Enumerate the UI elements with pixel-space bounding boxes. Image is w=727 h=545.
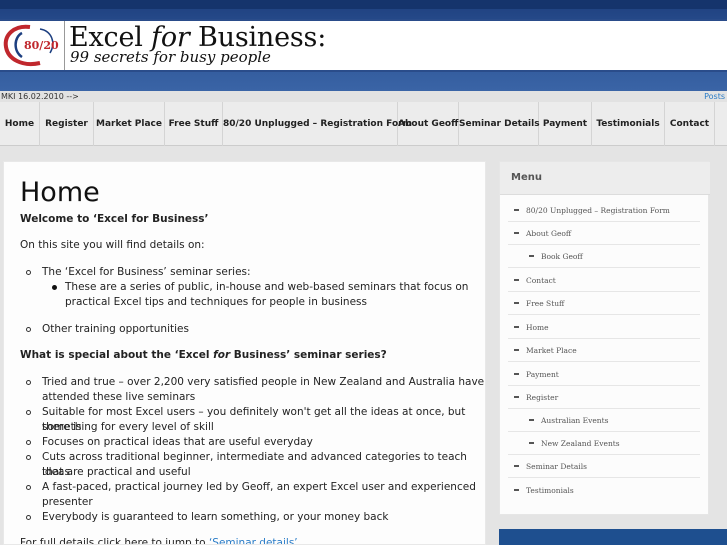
nav-item-contact[interactable]: Contact	[665, 102, 715, 146]
nav-item-free-stuff[interactable]: Free Stuff	[165, 102, 223, 146]
sidebar-item-home[interactable]: Home	[508, 316, 700, 339]
nav-item-market-place[interactable]: Market Place	[94, 102, 165, 146]
sidebar-item-label: Payment	[526, 370, 559, 379]
nav-item-register[interactable]: Register	[40, 102, 94, 146]
sidebar-item-label: Register	[526, 393, 559, 402]
sidebar-item-about-geoff[interactable]: About Geoff	[508, 222, 700, 245]
nav-item-seminar-details[interactable]: Seminar Details	[459, 102, 540, 146]
nav-item-testimonials[interactable]: Testimonials	[592, 102, 665, 146]
bullet-icon	[514, 489, 519, 491]
bullet-icon	[26, 327, 31, 332]
bullet-icon	[529, 255, 534, 257]
nav-item-payment[interactable]: Payment	[539, 102, 592, 146]
logo-8020-icon: 80/20	[3, 24, 59, 66]
bullet-icon	[514, 279, 519, 281]
sidebar-item-testimonials[interactable]: Testimonials	[508, 479, 700, 502]
sidebar-item-label: About Geoff	[526, 229, 572, 238]
sidebar-item-label: Book Geoff	[541, 252, 583, 261]
sidebar-item-label: New Zealand Events	[541, 439, 620, 448]
sidebar-item-label: 80/20 Unplugged – Registration Form	[526, 206, 670, 215]
bullet-icon	[529, 442, 534, 444]
bullet-icon	[529, 419, 534, 421]
list-item-continuation: attended these live seminars	[42, 391, 196, 403]
footer-text: For full details click here to jump to ‘…	[20, 536, 298, 545]
list-item: The ‘Excel for Business’ seminar series:	[42, 266, 251, 278]
intro-text: On this site you will find details on:	[20, 239, 205, 251]
sidebar-item-market-place[interactable]: Market Place	[508, 339, 700, 362]
bullet-icon	[26, 485, 31, 490]
sidebar-item-label: Australian Events	[541, 416, 609, 425]
site-logo[interactable]: 80/20	[0, 21, 65, 70]
bullet-icon	[26, 455, 31, 460]
list-item: Other training opportunities	[42, 323, 189, 335]
sidebar-item-unplugged-registration[interactable]: 80/20 Unplugged – Registration Form	[508, 199, 700, 222]
list-item: Focuses on practical ideas that are usef…	[42, 436, 313, 448]
bullet-icon	[514, 349, 519, 351]
bullet-icon	[514, 209, 519, 211]
sidebar-item-contact[interactable]: Contact	[508, 269, 700, 292]
list-item: A fast-paced, practical journey led by G…	[42, 481, 476, 493]
bullet-icon	[26, 515, 31, 520]
list-item: Everybody is guaranteed to learn somethi…	[42, 511, 389, 523]
bullet-icon	[52, 285, 57, 290]
header-top-stripe	[0, 0, 727, 9]
sidebar-item-label: Home	[526, 323, 549, 332]
list-item-continuation: practical Excel tips and techniques for …	[65, 296, 367, 308]
seminar-details-link[interactable]: ‘Seminar details’	[209, 537, 298, 544]
bullet-icon	[26, 410, 31, 415]
sidebar-item-seminar-details[interactable]: Seminar Details	[508, 455, 700, 478]
bullet-icon	[26, 270, 31, 275]
question-part2: Business’ seminar series?	[230, 349, 387, 361]
bullet-icon	[26, 440, 31, 445]
bullet-icon	[514, 373, 519, 375]
question-italic: for	[213, 349, 231, 361]
bullet-icon	[514, 465, 519, 467]
sidebar-item-label: Contact	[526, 276, 556, 285]
strip-comment-text: MKI 16.02.2010 -->	[1, 92, 79, 101]
bullet-icon	[514, 396, 519, 398]
nav-item-home[interactable]: Home	[0, 102, 40, 146]
page-title: Home	[20, 177, 100, 208]
list-item-continuation: presenter	[42, 496, 93, 508]
question-part1: What is special about the ‘Excel	[20, 349, 214, 361]
nav-spacer	[0, 146, 727, 161]
sidebar-item-label: Seminar Details	[526, 462, 587, 471]
list-item: Tried and true – over 2,200 very satisfi…	[42, 376, 485, 388]
main-content: Home Welcome to ‘Excel for Business’ On …	[3, 161, 486, 545]
footer-text-prefix: For full details click here to jump to	[20, 537, 209, 545]
posts-link[interactable]: Posts	[704, 91, 725, 102]
nav-item-about-geoff[interactable]: About Geoff	[398, 102, 459, 146]
sidebar-item-label: Testimonials	[526, 486, 574, 495]
list-item: These are a series of public, in-house a…	[65, 281, 469, 293]
question-heading: What is special about the ‘Excel for Bus…	[20, 348, 387, 363]
nav-item-unplugged-registration[interactable]: 80/20 Unplugged – Registration Form	[223, 102, 412, 146]
welcome-heading: Welcome to ‘Excel for Business’	[20, 213, 209, 225]
sidebar-header: Menu	[500, 162, 710, 195]
list-item-continuation: that are practical and useful	[42, 466, 191, 478]
site-banner[interactable]: 80/20 Excel for Business: 99 secrets for…	[0, 19, 727, 72]
sidebar-title: Menu	[511, 172, 542, 183]
bullet-icon	[514, 326, 519, 328]
sidebar-item-free-stuff[interactable]: Free Stuff	[508, 292, 700, 315]
sidebar-item-label: Market Place	[526, 346, 577, 355]
main-nav: Home Register Market Place Free Stuff 80…	[0, 102, 727, 146]
bullet-icon	[514, 302, 519, 304]
sidebar-item-book-geoff[interactable]: Book Geoff	[508, 245, 700, 268]
logo-text: 80/20	[24, 39, 59, 52]
bullet-icon	[514, 232, 519, 234]
sidebar-item-label: Free Stuff	[526, 299, 565, 308]
site-tagline: 99 secrets for busy people	[70, 48, 271, 66]
sidebar-item-australian-events[interactable]: Australian Events	[508, 409, 700, 432]
sidebar-blue-widget	[499, 529, 727, 545]
sidebar-item-payment[interactable]: Payment	[508, 363, 700, 386]
bullet-icon	[26, 380, 31, 385]
list-item-continuation: something for every level of skill	[42, 421, 214, 433]
sidebar: Menu 80/20 Unplugged – Registration Form…	[499, 161, 710, 515]
comment-strip: MKI 16.02.2010 --> Posts	[0, 91, 727, 102]
sidebar-item-register[interactable]: Register	[508, 386, 700, 409]
sidebar-item-new-zealand-events[interactable]: New Zealand Events	[508, 432, 700, 455]
